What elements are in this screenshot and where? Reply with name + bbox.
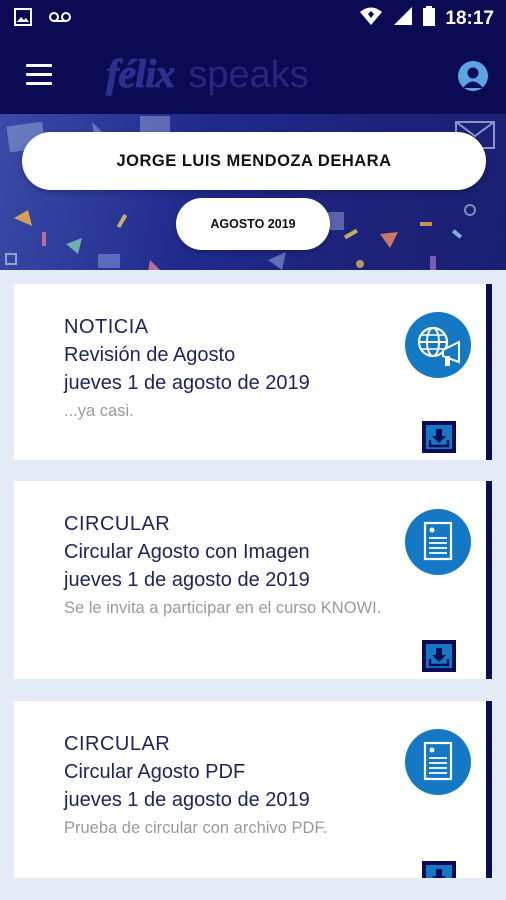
download-icon[interactable] xyxy=(422,861,456,878)
header-banner: JORGE LUIS MENDOZA DEHARA AGOSTO 2019 xyxy=(0,114,506,270)
feed-card-circular-imagen[interactable]: CIRCULAR Circular Agosto con Imagen juev… xyxy=(14,481,492,679)
voicemail-icon xyxy=(48,10,72,29)
globe-megaphone-icon xyxy=(405,312,471,378)
logo-speaks: speaks xyxy=(188,54,309,96)
status-time: 18:17 xyxy=(445,7,494,29)
month-selector-button[interactable]: AGOSTO 2019 xyxy=(176,198,330,250)
app-logo: félix speaks xyxy=(106,50,309,100)
wifi-icon xyxy=(359,6,383,31)
card-type: CIRCULAR xyxy=(64,733,171,755)
download-icon[interactable] xyxy=(422,640,456,672)
bottom-spacer xyxy=(0,878,506,900)
battery-icon xyxy=(423,6,436,31)
status-bar: 18:17 xyxy=(0,0,506,36)
feed-card-noticia[interactable]: NOTICIA Revisión de Agosto jueves 1 de a… xyxy=(14,284,492,460)
card-accent-bar xyxy=(486,481,492,679)
student-name-pill: JORGE LUIS MENDOZA DEHARA xyxy=(22,132,486,190)
card-description: ...ya casi. xyxy=(64,402,134,420)
card-date: jueves 1 de agosto de 2019 xyxy=(64,569,310,591)
card-date: jueves 1 de agosto de 2019 xyxy=(64,372,310,394)
image-icon xyxy=(14,8,32,31)
card-description: Prueba de circular con archivo PDF. xyxy=(64,819,328,837)
card-accent-bar xyxy=(486,701,492,878)
logo-felix: félix xyxy=(106,51,175,96)
hamburger-menu-icon[interactable] xyxy=(26,64,52,86)
document-icon xyxy=(405,729,471,795)
card-accent-bar xyxy=(486,284,492,460)
card-type: CIRCULAR xyxy=(64,513,171,535)
cell-signal-icon xyxy=(393,6,413,31)
app-bar: félix speaks xyxy=(0,36,506,114)
card-title: Revisión de Agosto xyxy=(64,344,236,366)
card-date: jueves 1 de agosto de 2019 xyxy=(64,789,310,811)
user-avatar-icon[interactable] xyxy=(458,61,488,91)
card-type: NOTICIA xyxy=(64,316,149,338)
document-icon xyxy=(405,509,471,575)
card-title: Circular Agosto con Imagen xyxy=(64,541,310,563)
card-description: Se le invita a participar en el curso KN… xyxy=(64,599,382,617)
card-title: Circular Agosto PDF xyxy=(64,761,246,783)
download-icon[interactable] xyxy=(422,421,456,453)
feed-card-circular-pdf[interactable]: CIRCULAR Circular Agosto PDF jueves 1 de… xyxy=(14,701,492,878)
